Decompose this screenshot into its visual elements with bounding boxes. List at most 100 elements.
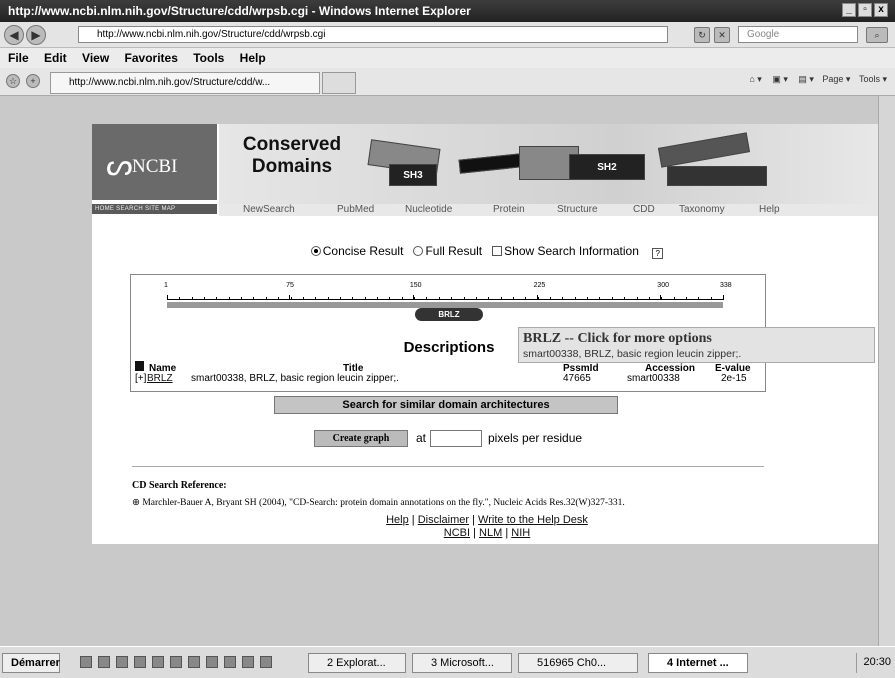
pubmed-icon[interactable]: ⊕ [132, 498, 140, 508]
quicklaunch-icon[interactable] [206, 656, 218, 668]
domain-pssmid: 47665 [563, 373, 591, 384]
taskbar: Démarrer 2 Explorat... 3 Microsoft... 51… [0, 646, 895, 678]
stop-icon[interactable]: ✕ [714, 27, 730, 43]
disclaimer-link[interactable]: Disclaimer [418, 514, 469, 526]
ruler-minor-tick [475, 297, 477, 300]
home-icon[interactable]: ⌂ ▾ [749, 74, 761, 84]
menu-file[interactable]: File [8, 48, 29, 68]
tab-row: ☆ + http://www.ncbi.nlm.nih.gov/Structur… [0, 68, 895, 96]
minimize-button[interactable]: _ [842, 3, 856, 17]
full-radio[interactable] [413, 246, 424, 256]
quicklaunch-icon[interactable] [116, 656, 128, 668]
menu-help[interactable]: Help [240, 48, 266, 68]
domain-tooltip[interactable]: BRLZ -- Click for more options smart0033… [518, 327, 875, 363]
search-input[interactable]: Google [738, 26, 858, 43]
menu-edit[interactable]: Edit [44, 48, 67, 68]
feeds-icon[interactable]: ▣ ▾ [772, 74, 788, 84]
quicklaunch-icon[interactable] [98, 656, 110, 668]
tooltip-title: BRLZ -- Click for more options [523, 331, 712, 346]
address-input[interactable]: http://www.ncbi.nlm.nih.gov/Structure/cd… [78, 26, 668, 43]
ruler-tick-label: 150 [409, 282, 422, 289]
print-icon[interactable]: ▤ ▾ [798, 74, 814, 84]
banner-sh2-piece: SH2 [569, 154, 645, 180]
ruler-minor-tick [512, 297, 514, 300]
create-graph-button[interactable]: Create graph [314, 430, 408, 447]
quicklaunch-icon[interactable] [188, 656, 200, 668]
forward-button[interactable]: ▶ [26, 25, 46, 45]
menu-tools[interactable]: Tools [193, 48, 224, 68]
ruler-minor-tick [463, 297, 465, 300]
help-icon[interactable]: ? [652, 248, 664, 259]
cdd-page: ᔕ NCBI HOME SEARCH SITE MAP Conserved Do… [92, 124, 882, 544]
quicklaunch-icon[interactable] [152, 656, 164, 668]
pixels-per-residue-label: pixels per residue [488, 431, 583, 445]
nav-pubmed[interactable]: PubMed [337, 204, 374, 216]
page-menu[interactable]: Page ▾ [822, 74, 850, 84]
back-button[interactable]: ◀ [4, 25, 24, 45]
search-architectures-button[interactable]: Search for similar domain architectures [274, 396, 618, 414]
search-go-icon[interactable]: ⌕ [866, 27, 888, 43]
ruler-minor-tick [364, 297, 366, 300]
ruler-minor-tick [315, 297, 317, 300]
ruler-minor-tick [352, 297, 354, 300]
menu-favorites[interactable]: Favorites [125, 48, 178, 68]
taskbar-item-microsoft[interactable]: 3 Microsoft... [412, 653, 512, 673]
ruler-minor-tick [401, 297, 403, 300]
browser-tab[interactable]: http://www.ncbi.nlm.nih.gov/Structure/cd… [50, 72, 320, 94]
start-button[interactable]: Démarrer [2, 653, 60, 673]
nav-taxonomy[interactable]: Taxonomy [679, 204, 725, 216]
nih-link[interactable]: NIH [511, 527, 530, 539]
favorites-star-icon[interactable]: ☆ [6, 74, 20, 88]
ruler-minor-tick [648, 297, 650, 300]
quicklaunch-icon[interactable] [170, 656, 182, 668]
ruler-minor-tick [562, 297, 564, 300]
domain-brlz[interactable]: BRLZ [415, 308, 483, 321]
close-button[interactable]: x [874, 3, 888, 17]
tools-menu[interactable]: Tools ▾ [859, 74, 887, 84]
show-info-checkbox[interactable] [492, 246, 503, 256]
domain-name-link[interactable]: BRLZ [147, 373, 173, 384]
taskbar-item-internet[interactable]: 4 Internet ... [648, 653, 748, 673]
add-favorite-icon[interactable]: + [26, 74, 40, 88]
ncbi-mini-links[interactable]: HOME SEARCH SITE MAP [92, 204, 217, 214]
ncbi-link[interactable]: NCBI [444, 527, 470, 539]
ruler-minor-tick [290, 297, 292, 300]
concise-radio[interactable] [310, 246, 321, 256]
quicklaunch-icon[interactable] [260, 656, 272, 668]
nav-structure[interactable]: Structure [557, 204, 598, 216]
quicklaunch-icon[interactable] [242, 656, 254, 668]
ruler-minor-tick [685, 297, 687, 300]
new-tab-button[interactable] [322, 72, 356, 94]
nav-cdd[interactable]: CDD [633, 204, 655, 216]
help-desk-link[interactable]: Write to the Help Desk [478, 514, 588, 526]
ncbi-nav: NewSearch PubMed Nucleotide Protein Stru… [219, 204, 882, 216]
banner-title: Conserved Domains [242, 134, 342, 177]
banner-sh3-piece: SH3 [389, 164, 437, 186]
expand-row-button[interactable]: [+] [135, 373, 146, 384]
quicklaunch-icon[interactable] [224, 656, 236, 668]
expand-all-icon[interactable] [135, 361, 144, 371]
taskbar-item-document[interactable]: 516965 Ch0... [518, 653, 638, 673]
pixels-per-residue-input[interactable] [430, 430, 482, 447]
taskbar-item-explorer[interactable]: 2 Explorat... [308, 653, 406, 673]
ncbi-helix-icon: ᔕ [106, 148, 133, 183]
vertical-scrollbar[interactable] [878, 96, 895, 668]
nav-protein[interactable]: Protein [493, 204, 525, 216]
ruler-tick-label: 225 [533, 282, 546, 289]
ruler-minor-tick [500, 297, 502, 300]
ruler-tick-label: 300 [657, 282, 669, 289]
help-link[interactable]: Help [386, 514, 409, 526]
quicklaunch-icon[interactable] [80, 656, 92, 668]
menu-view[interactable]: View [82, 48, 109, 68]
banner-domain-piece [657, 132, 751, 168]
ruler-minor-tick [191, 297, 193, 300]
quicklaunch-icon[interactable] [134, 656, 146, 668]
nav-nucleotide[interactable]: Nucleotide [405, 204, 452, 216]
nav-newsearch[interactable]: NewSearch [243, 204, 295, 216]
nav-help[interactable]: Help [759, 204, 780, 216]
refresh-icon[interactable]: ↻ [694, 27, 710, 43]
ncbi-logo[interactable]: ᔕ NCBI HOME SEARCH SITE MAP [92, 124, 217, 214]
domain-title: smart00338, BRLZ, basic region leucin zi… [191, 373, 399, 384]
maximize-button[interactable]: ▫ [858, 3, 872, 17]
nlm-link[interactable]: NLM [479, 527, 502, 539]
